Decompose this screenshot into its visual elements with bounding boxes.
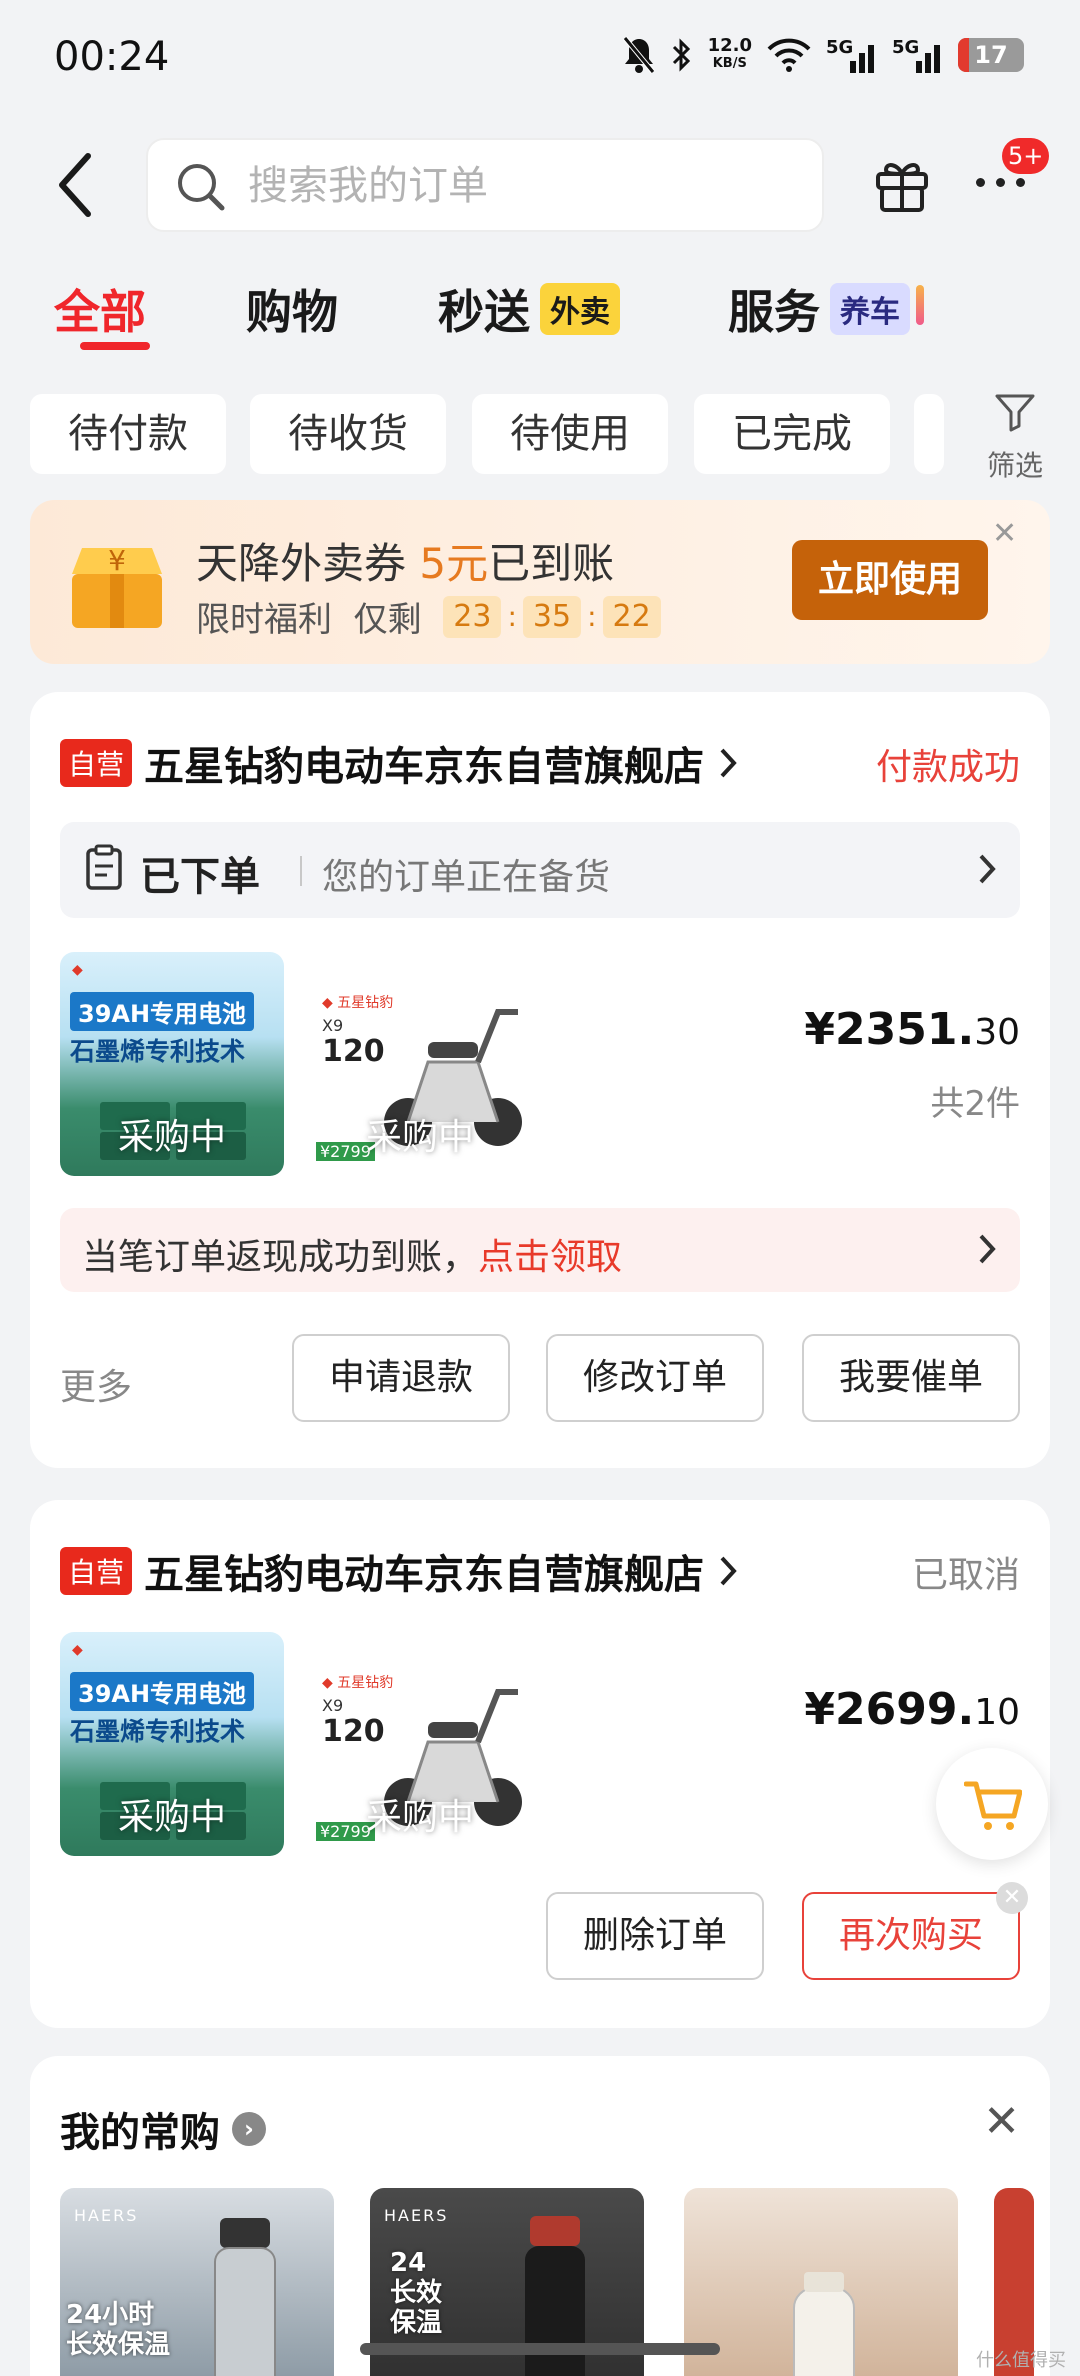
close-icon[interactable]: ✕: [983, 2096, 1020, 2147]
order-status: 付款成功: [875, 747, 1020, 788]
shop-header[interactable]: 自营 五星钻豹电动车京东自营旗舰店: [60, 1542, 738, 1600]
product-thumb-scooter[interactable]: ◆ 五星钻豹 X9 120 ¥2799 采购中: [308, 1632, 532, 1856]
filter-button[interactable]: 筛选: [960, 392, 1070, 484]
clipboard-icon: [86, 844, 122, 890]
tab-all[interactable]: 全部: [54, 276, 150, 350]
frequent-purchases-section: 我的常购 › ✕ HAERS 24小时 长效保温 HAERS 24 长效 保温: [30, 2056, 1050, 2376]
funnel-icon: [995, 394, 1035, 432]
countdown-minutes: 35: [522, 595, 582, 638]
order-price: ¥2351.30: [804, 1004, 1020, 1055]
order-card[interactable]: 自营 五星钻豹电动车京东自营旗舰店 付款成功 已下单 您的订单正在备货 ◆ 39…: [30, 692, 1050, 1468]
home-indicator[interactable]: [360, 2343, 720, 2355]
kettle-illustration: [793, 2272, 855, 2376]
self-operated-badge: 自营: [60, 1547, 133, 1595]
notification-badge: 5+: [1002, 138, 1050, 174]
signal-5g-1: 5G: [826, 35, 878, 75]
item-status-label: 采购中: [117, 1797, 226, 1838]
tab-instant-delivery[interactable]: 秒送 外卖: [438, 276, 620, 342]
watermark: 什么值得买: [976, 2350, 1066, 2371]
filter-pending-payment[interactable]: 待付款: [30, 394, 226, 474]
search-input[interactable]: [248, 158, 788, 214]
order-type-tabs: 全部 购物 秒送 外卖 服务 养车: [0, 276, 1080, 356]
item-status-label: 采购中: [117, 1117, 226, 1158]
treasure-chest-icon: ¥: [72, 544, 162, 628]
product-thumb-battery[interactable]: ◆ 39AH专用电池 石墨烯专利技术 采购中: [60, 952, 284, 1176]
close-icon[interactable]: ✕: [996, 1882, 1028, 1914]
back-button[interactable]: [52, 150, 102, 220]
chevron-right-icon: [979, 1234, 996, 1264]
chevron-right-icon: [720, 1556, 737, 1586]
search-icon: [178, 164, 225, 211]
section-title: 我的常购 ›: [60, 2100, 266, 2158]
svg-text:¥: ¥: [108, 544, 126, 577]
order-price: ¥2699.10: [804, 1684, 1020, 1735]
tracking-status: 已下单: [140, 854, 260, 900]
more-dots-icon: [976, 178, 985, 187]
cart-icon: [964, 1781, 1022, 1830]
countdown-hours: 23: [443, 595, 502, 638]
more-actions[interactable]: 更多: [60, 1358, 132, 1410]
promo-subtitle: 限时福利 仅剩 23: 35: 22: [196, 592, 661, 641]
order-card[interactable]: 自营 五星钻豹电动车京东自营旗舰店 已取消 ◆ 39AH专用电池 石墨烯专利技术…: [30, 1500, 1050, 2028]
order-status: 已取消: [911, 1555, 1020, 1596]
claim-link[interactable]: 点击领取: [478, 1237, 622, 1278]
request-refund-button[interactable]: 申请退款: [292, 1334, 510, 1422]
bluetooth-icon: [672, 38, 690, 72]
product-thumb-battery[interactable]: ◆ 39AH专用电池 石墨烯专利技术 采购中: [60, 1632, 284, 1856]
promo-title: 天降外卖券 5元已到账: [196, 539, 615, 588]
tracking-desc: 您的订单正在备货: [322, 857, 611, 898]
signal-5g-2: 5G: [892, 35, 944, 75]
gift-icon[interactable]: [872, 154, 932, 214]
status-bar: 00:24 12.0 KB/S 5G 5G 17: [0, 0, 1080, 118]
chevron-right-icon[interactable]: ›: [232, 2112, 266, 2146]
network-speed: 12.0 KB/S: [707, 35, 752, 72]
chevron-right-icon: [720, 748, 737, 778]
urge-order-button[interactable]: 我要催单: [802, 1334, 1020, 1422]
close-icon[interactable]: ✕: [992, 516, 1017, 551]
item-status-label: 采购中: [365, 1117, 474, 1158]
use-now-button[interactable]: 立即使用: [792, 540, 988, 620]
takeout-coupon-banner[interactable]: ¥ 天降外卖券 5元已到账 限时福利 仅剩 23: 35: 22 立即使用 ✕: [30, 500, 1050, 664]
buy-again-button[interactable]: 再次购买 ✕: [802, 1882, 1028, 1980]
chevron-right-icon: [979, 854, 996, 884]
filter-pending-use[interactable]: 待使用: [472, 394, 668, 474]
battery-indicator: 17: [958, 38, 1024, 72]
tab-shopping[interactable]: 购物: [246, 276, 338, 342]
frequent-item[interactable]: HAERS 24小时 长效保温: [60, 2188, 334, 2376]
mute-icon: [622, 36, 655, 74]
takeout-tag: 外卖: [540, 283, 620, 335]
status-icons: 12.0 KB/S 5G 5G 17: [622, 30, 1024, 80]
modify-order-button[interactable]: 修改订单: [546, 1334, 764, 1422]
wifi-icon: [767, 38, 811, 72]
filter-chip-partial[interactable]: [914, 394, 944, 474]
filter-completed[interactable]: 已完成: [694, 394, 890, 474]
thermos-illustration: [214, 2218, 276, 2376]
tab-service[interactable]: 服务 养车: [728, 276, 924, 342]
product-thumb-scooter[interactable]: ◆ 五星钻豹 X9 120 ¥2799 采购中: [308, 952, 532, 1176]
countdown-seconds: 22: [602, 595, 661, 638]
delete-order-button[interactable]: 删除订单: [546, 1892, 764, 1980]
car-care-tag: 养车: [830, 283, 924, 335]
shop-header[interactable]: 自营 五星钻豹电动车京东自营旗舰店: [60, 734, 738, 792]
tab-active-indicator: [80, 342, 150, 350]
order-search-box[interactable]: [146, 138, 824, 232]
order-tracking-row[interactable]: 已下单 您的订单正在备货: [60, 822, 1020, 918]
item-status-label: 采购中: [365, 1797, 474, 1838]
frequent-item[interactable]: [684, 2188, 958, 2376]
filter-pending-receipt[interactable]: 待收货: [250, 394, 446, 474]
shop-name[interactable]: 五星钻豹电动车京东自营旗舰店: [144, 1542, 704, 1600]
status-time: 00:24: [54, 34, 170, 80]
floating-cart-button[interactable]: [936, 1748, 1048, 1860]
item-count: 共2件: [930, 1084, 1020, 1124]
back-arrow-icon: [59, 153, 91, 217]
shop-name[interactable]: 五星钻豹电动车京东自营旗舰店: [144, 734, 704, 792]
self-operated-badge: 自营: [60, 739, 133, 787]
cashback-row[interactable]: 当笔订单返现成功到账，点击领取: [60, 1208, 1020, 1292]
